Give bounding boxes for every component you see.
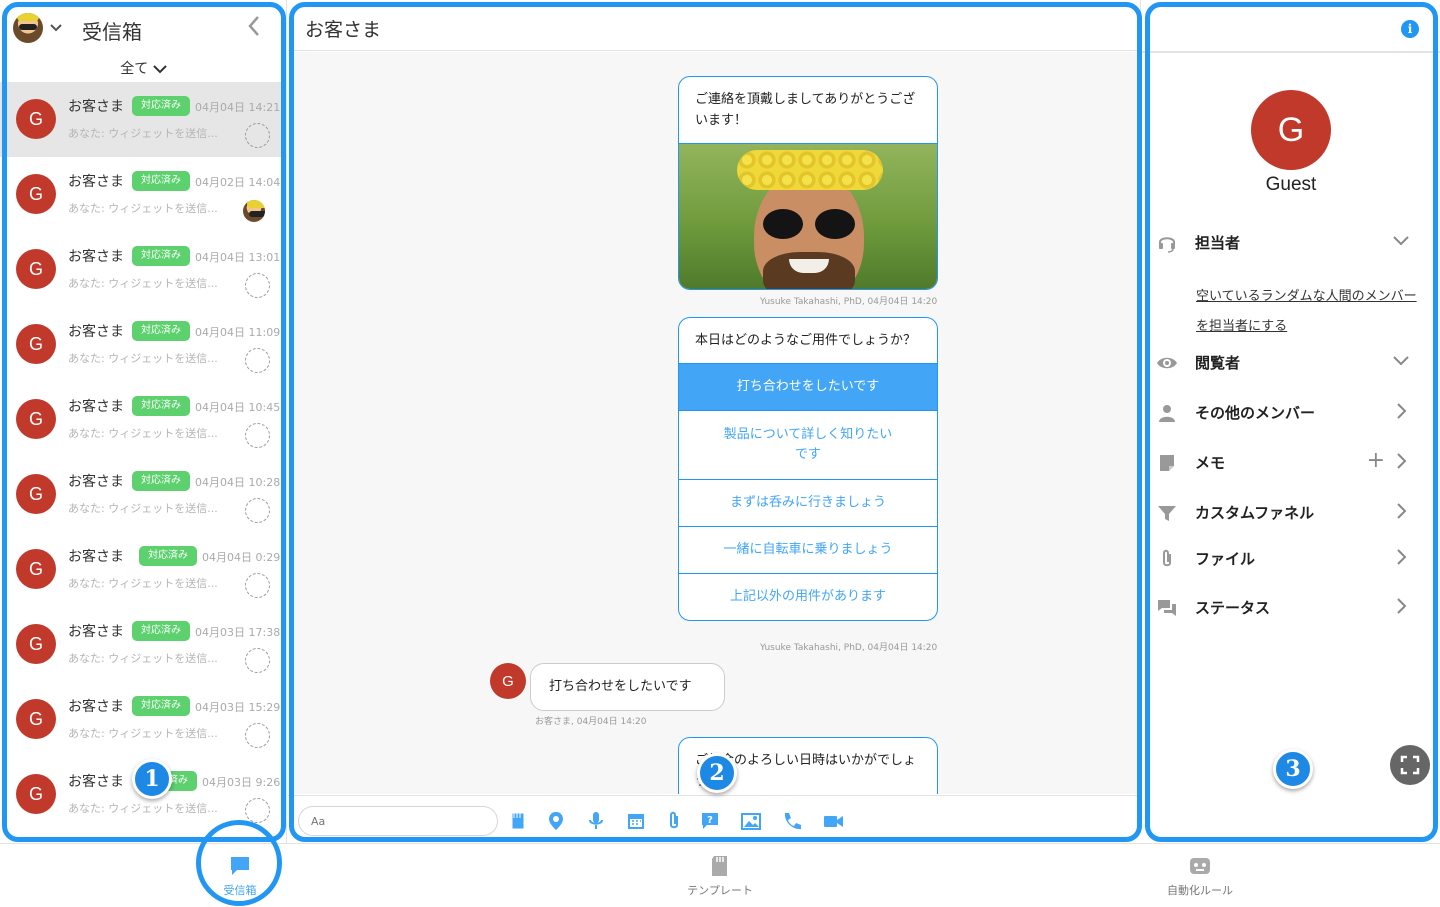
annotation-badge: 1 — [132, 759, 172, 799]
annotation-frame — [1145, 2, 1438, 842]
annotation-badge: 3 — [1273, 749, 1313, 789]
annotation-frame — [289, 2, 1142, 842]
template-icon — [712, 856, 727, 876]
nav-templates[interactable]: テンプレート — [660, 844, 780, 907]
annotation-frame — [2, 2, 286, 842]
annotation-badge: 2 — [697, 753, 737, 793]
robot-icon — [1190, 858, 1210, 874]
nav-automation[interactable]: 自動化ルール — [1140, 844, 1260, 907]
annotation-circle — [196, 820, 282, 906]
app-root: 受信箱 全て G お客さま 対応済み 04月04日 14:21 あなた: ウィジェットを… — [0, 0, 1440, 907]
nav-label: 自動化ルール — [1167, 884, 1233, 897]
nav-label: テンプレート — [687, 884, 753, 897]
